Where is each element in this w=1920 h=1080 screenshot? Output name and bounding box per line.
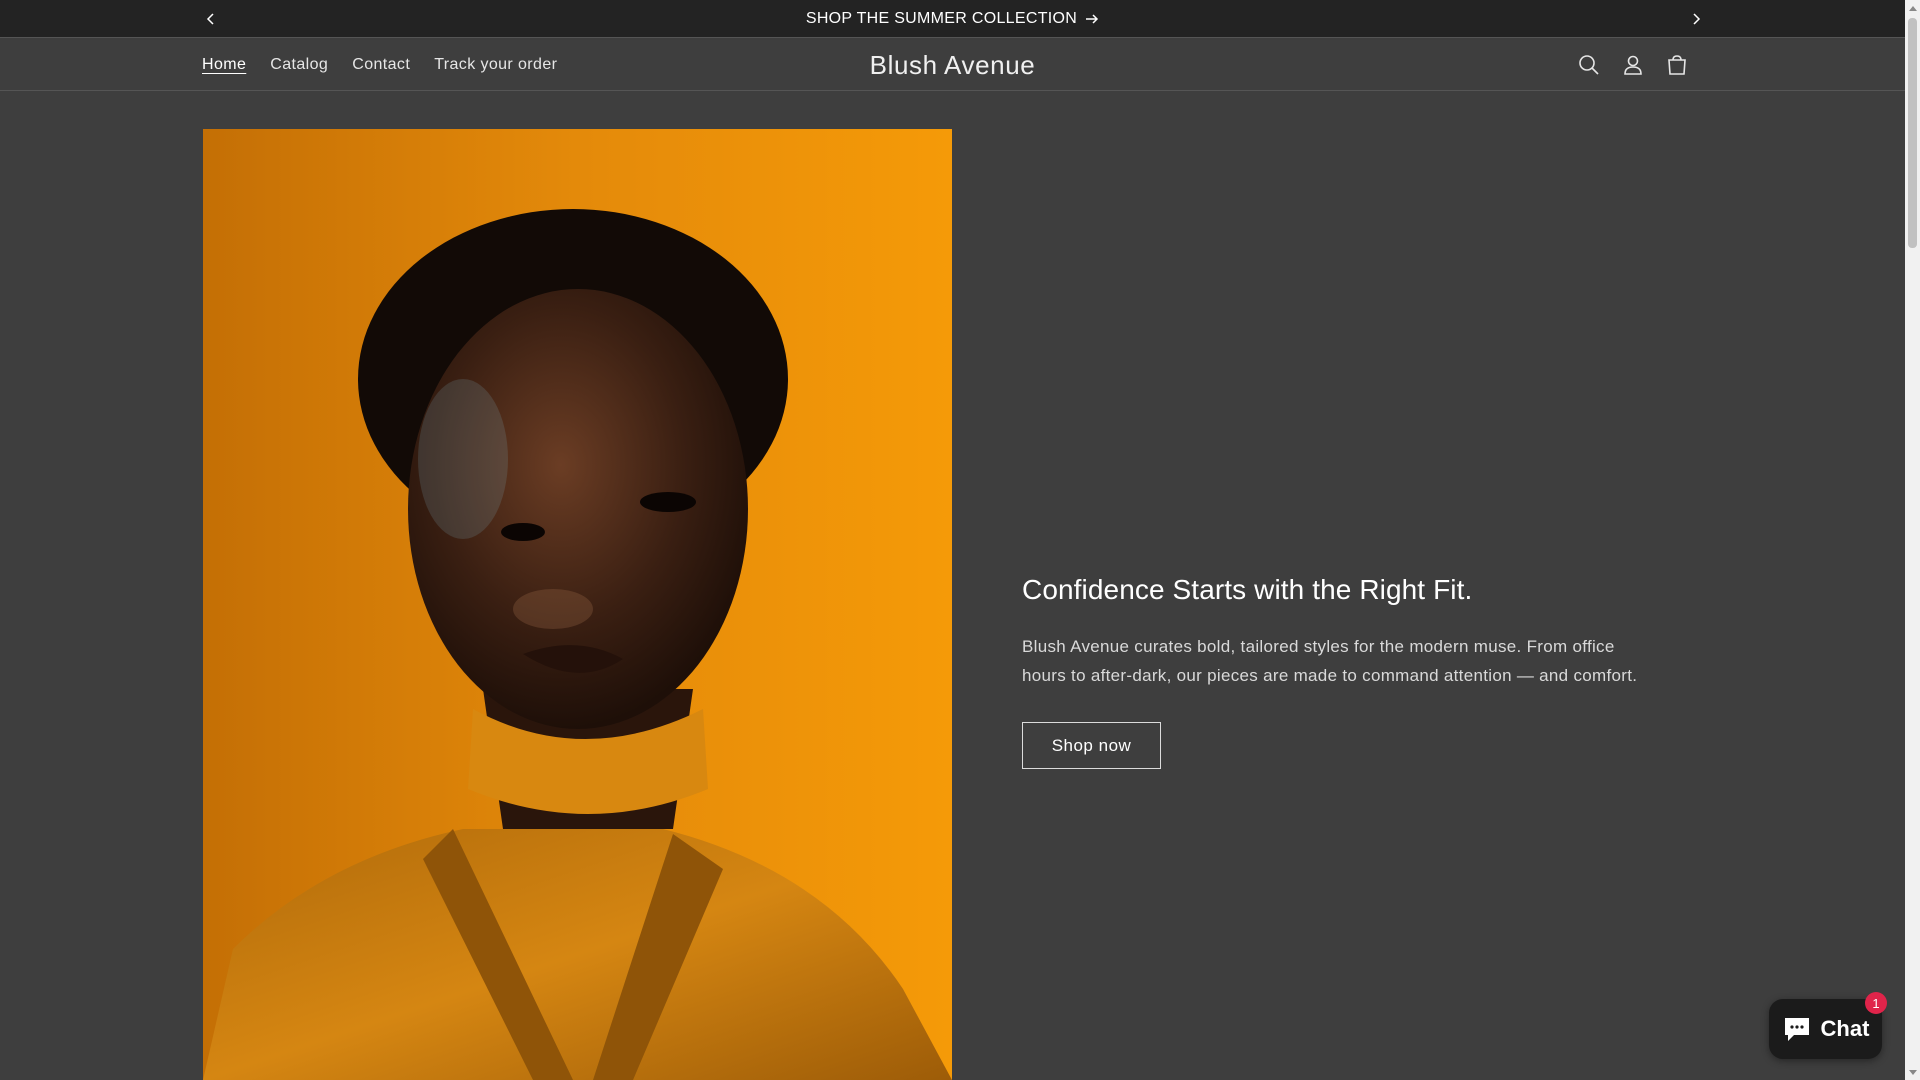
chevron-right-icon [1693,12,1701,25]
chat-button[interactable]: Chat [1769,999,1882,1059]
hero-content: Confidence Starts with the Right Fit. Bl… [1022,574,1642,769]
chat-label: Chat [1820,1016,1870,1041]
announcement-next-button[interactable] [1681,0,1711,37]
scroll-up-icon [1908,5,1917,11]
site-header: Home Catalog Contact Track your order Bl… [0,37,1905,91]
hero-description: Blush Avenue curates bold, tailored styl… [1022,637,1638,685]
announcement-text: SHOP THE SUMMER COLLECTION [805,9,1078,27]
announcement-bar: SHOP THE SUMMER COLLECTION [0,0,1905,37]
cart-button[interactable] [1663,51,1691,79]
scroll-thumb[interactable] [1908,18,1917,248]
announcement-prev-button[interactable] [196,0,226,37]
announcement-link[interactable]: SHOP THE SUMMER COLLECTION [806,10,1099,28]
nav-catalog[interactable]: Catalog [258,56,340,74]
chat-notification-badge: 1 [1865,992,1887,1014]
shop-now-button[interactable]: Shop now [1022,722,1161,769]
scroll-down-icon [1908,1069,1917,1075]
account-button[interactable] [1619,51,1647,79]
search-icon [1579,55,1599,75]
cart-icon [1668,55,1686,75]
site-logo[interactable]: Blush Avenue [870,50,1036,81]
search-button[interactable] [1575,51,1603,79]
hero-title: Confidence Starts with the Right Fit. [1022,574,1473,605]
page-scrollbar[interactable] [1905,0,1920,1080]
chat-bubble-icon [1784,1018,1809,1041]
header-icons [1575,38,1691,92]
nav-track-order[interactable]: Track your order [422,56,569,74]
main-nav: Home Catalog Contact Track your order [202,38,569,92]
account-icon [1624,55,1642,75]
portrait-illustration [203,129,952,1080]
scroll-up-button[interactable] [1905,0,1920,15]
nav-contact[interactable]: Contact [340,56,422,74]
hero-image [203,129,952,1080]
scroll-down-button[interactable] [1905,1065,1920,1080]
chevron-left-icon [206,12,214,25]
nav-home[interactable]: Home [202,56,258,74]
arrow-right-icon [1086,13,1099,24]
